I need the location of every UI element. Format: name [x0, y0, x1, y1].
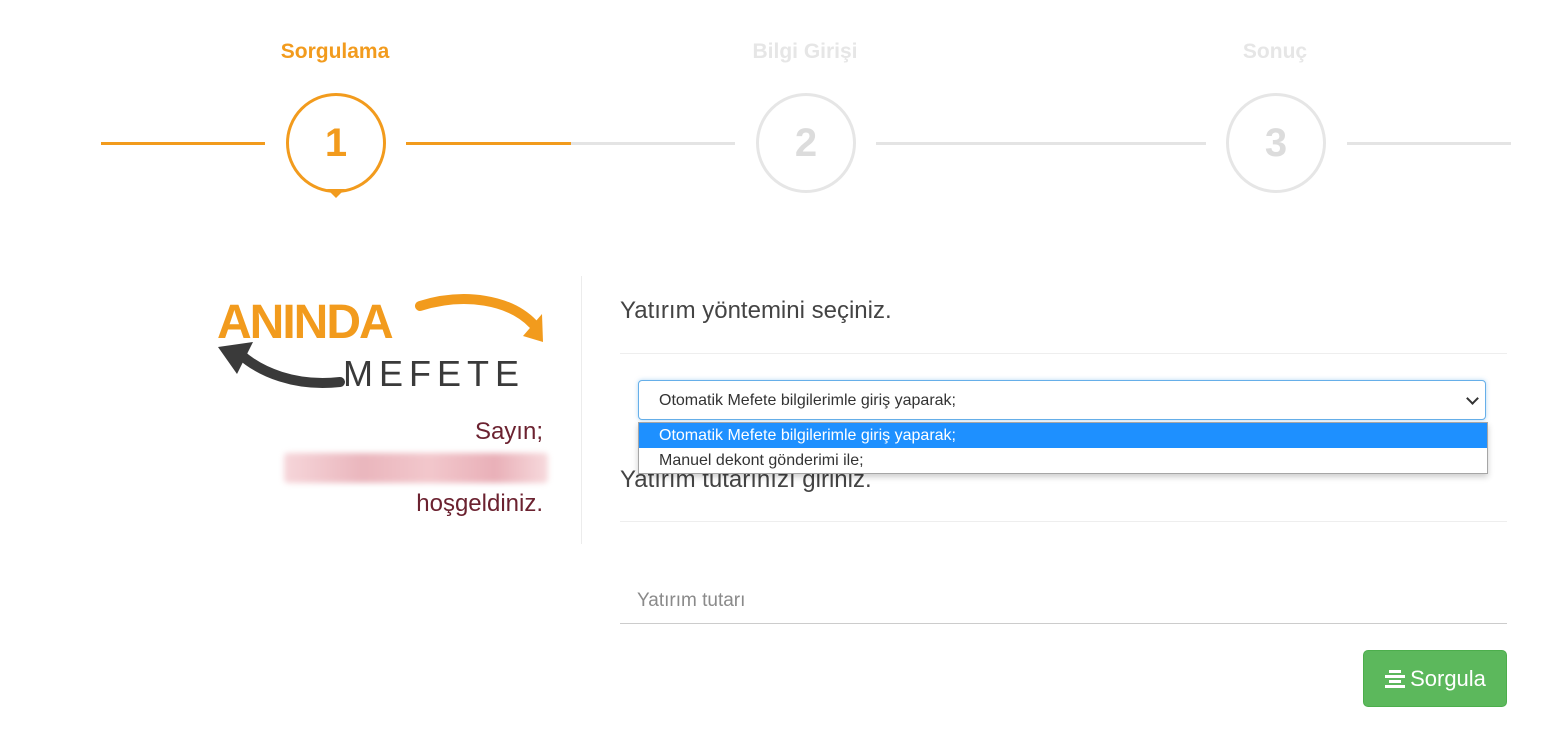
- step-connector-1-active: [406, 142, 571, 145]
- step-3-circle: 3: [1226, 93, 1326, 193]
- chevron-down-icon: [1466, 392, 1479, 405]
- query-button-label: Sorgula: [1410, 665, 1486, 691]
- logo-dark-arrow-shaft: [235, 349, 345, 388]
- method-select[interactable]: Otomatik Mefete bilgilerimle giriş yapar…: [638, 380, 1486, 420]
- step-1-label: Sorgulama: [280, 40, 390, 63]
- welcome-suffix: hoşgeldiniz.: [416, 490, 543, 517]
- logo-bottom-text: MEFETE: [343, 353, 525, 392]
- step-2-label: Bilgi Girişi: [752, 40, 858, 63]
- method-section-title: Yatırım yöntemini seçiniz.: [620, 297, 892, 324]
- query-button[interactable]: Sorgula: [1363, 650, 1507, 707]
- step-connector-start: [101, 142, 265, 145]
- step-connector-end: [1347, 142, 1511, 145]
- step-3-label: Sonuç: [1242, 40, 1308, 63]
- method-option-automatic[interactable]: Otomatik Mefete bilgilerimle giriş yapar…: [639, 423, 1487, 448]
- method-section-divider: [620, 353, 1507, 354]
- logo-orange-arrow-shaft: [415, 294, 538, 329]
- method-dropdown-list: Otomatik Mefete bilgilerimle giriş yapar…: [638, 422, 1488, 474]
- step-1-circle: 1: [286, 93, 386, 193]
- step-2-circle: 2: [756, 93, 856, 193]
- logo-top-text: ANINDA: [217, 296, 393, 349]
- panel-divider: [581, 276, 582, 544]
- redacted-user-name: [284, 453, 548, 483]
- method-select-value: Otomatik Mefete bilgilerimle giriş yapar…: [659, 392, 956, 409]
- align-center-icon: [1385, 669, 1406, 688]
- active-step-pointer: [327, 189, 345, 198]
- amount-section-divider: [620, 521, 1507, 522]
- method-option-manual[interactable]: Manuel dekont gönderimi ile;: [639, 448, 1487, 473]
- step-connector-1-inactive: [571, 142, 735, 145]
- amount-input[interactable]: [620, 578, 1507, 624]
- welcome-greeting: Sayın;: [474, 418, 543, 445]
- step-connector-2: [876, 142, 1206, 145]
- aninda-mefete-logo: ANINDA MEFETE: [217, 294, 543, 392]
